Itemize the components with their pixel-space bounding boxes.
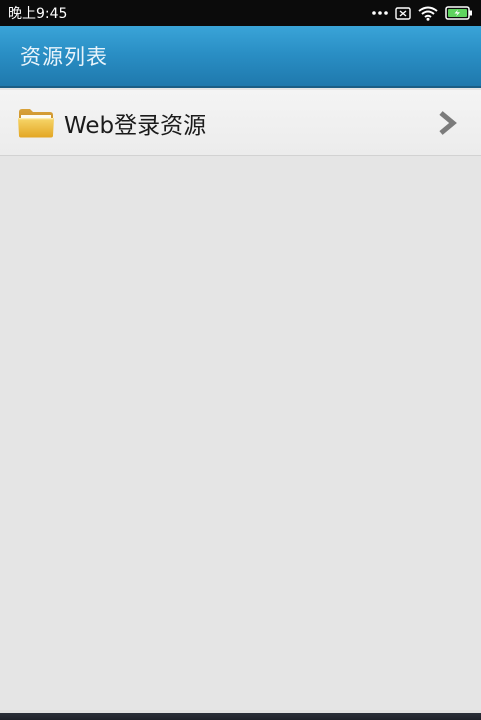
list-item-label: Web登录资源	[64, 112, 207, 139]
status-bar: 晚上9:45	[0, 0, 481, 26]
battery-charging-icon	[445, 6, 473, 20]
app-header: 资源列表	[0, 26, 481, 88]
screen: 晚上9:45 资源列表 Web登录资源	[0, 0, 481, 720]
folder-icon	[18, 108, 54, 137]
page-title: 资源列表	[20, 45, 108, 69]
bottom-edge	[0, 710, 481, 720]
resource-list: Web登录资源	[0, 90, 481, 156]
more-dots-icon	[372, 10, 388, 16]
status-icons	[372, 6, 473, 21]
status-time: 晚上9:45	[8, 6, 68, 22]
sim-card-icon	[395, 6, 411, 20]
chevron-right-icon	[439, 110, 457, 135]
wifi-icon	[418, 6, 438, 21]
list-item-web-login-resource[interactable]: Web登录资源	[0, 90, 481, 156]
